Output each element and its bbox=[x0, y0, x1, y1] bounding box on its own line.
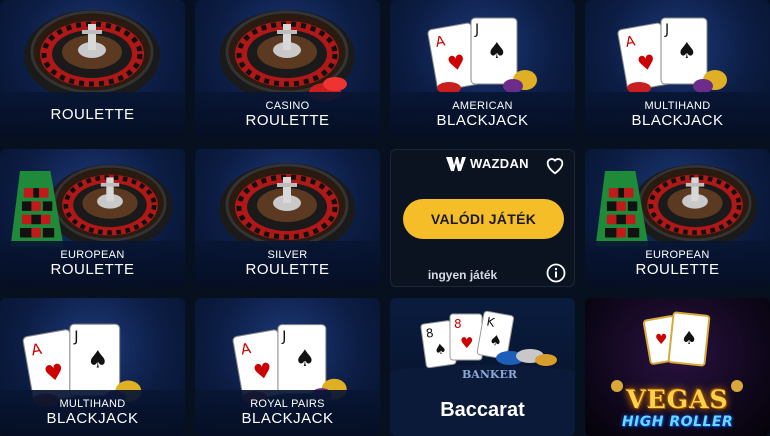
tile-label-sub: EUROPEAN bbox=[645, 249, 710, 261]
tile-label: CASINO ROULETTE bbox=[195, 92, 380, 138]
banker-text: BANKER bbox=[462, 368, 518, 381]
tile-label: MULTIHAND BLACKJACK bbox=[0, 390, 185, 436]
game-tile-european-roulette[interactable]: EUROPEAN ROULETTE bbox=[0, 149, 185, 287]
game-tile-royal-pairs-blackjack[interactable]: ROYAL PAIRS BLACKJACK bbox=[195, 298, 380, 436]
game-tile-european-roulette-2[interactable]: EUROPEAN ROULETTE bbox=[585, 149, 770, 287]
tile-label: AMERICAN BLACKJACK bbox=[390, 92, 575, 138]
high-roller-logo-text: HIGH ROLLER bbox=[621, 414, 734, 430]
info-icon[interactable] bbox=[546, 263, 566, 283]
game-tile-baccarat[interactable]: 8 ♠ 8 ♥ K ♠ BANKER Baccarat bbox=[390, 298, 575, 436]
tile-label: ROULETTE bbox=[0, 92, 185, 138]
tile-label-sub: ROYAL PAIRS bbox=[250, 398, 325, 410]
baccarat-title: Baccarat bbox=[440, 399, 525, 421]
tile-label-sub: EUROPEAN bbox=[60, 249, 125, 261]
tile-label: SILVER ROULETTE bbox=[195, 241, 380, 287]
tile-label-main: BLACKJACK bbox=[631, 112, 724, 129]
svg-text:♥: ♥ bbox=[460, 334, 473, 352]
vegas-logo-text: VEGAS bbox=[626, 385, 729, 414]
tile-label-main: BLACKJACK bbox=[436, 112, 529, 129]
svg-text:♥: ♥ bbox=[655, 332, 668, 348]
tile-label-sub: AMERICAN bbox=[452, 100, 513, 112]
tile-label-main: BLACKJACK bbox=[241, 410, 334, 427]
tile-label-main: BLACKJACK bbox=[46, 410, 139, 427]
tile-label: MULTIHAND BLACKJACK bbox=[585, 92, 770, 138]
wazdan-logo-icon bbox=[446, 156, 466, 171]
tile-label-main: ROULETTE bbox=[245, 261, 330, 278]
svg-text:♠: ♠ bbox=[681, 328, 697, 349]
tile-label: EUROPEAN ROULETTE bbox=[585, 241, 770, 287]
free-play-link[interactable]: ingyen játék bbox=[391, 268, 534, 282]
tile-label: ROYAL PAIRS BLACKJACK bbox=[195, 390, 380, 436]
tile-label: EUROPEAN ROULETTE bbox=[0, 241, 185, 287]
heart-icon[interactable] bbox=[544, 154, 566, 176]
tile-label-sub: SILVER bbox=[267, 249, 308, 261]
svg-text:8: 8 bbox=[454, 317, 462, 331]
game-tile-casino-roulette[interactable]: CASINO ROULETTE bbox=[195, 0, 380, 138]
tile-label-main: ROULETTE bbox=[245, 112, 330, 129]
game-tile-hover-panel[interactable]: WAZDAN VALÓDI JÁTÉK ingyen játék bbox=[390, 149, 575, 287]
real-play-button[interactable]: VALÓDI JÁTÉK bbox=[403, 199, 564, 239]
provider-logo: WAZDAN bbox=[446, 156, 529, 171]
tile-label-sub: MULTIHAND bbox=[644, 100, 711, 112]
tile-label-main: ROULETTE bbox=[50, 261, 135, 278]
tile-label-main: ROULETTE bbox=[50, 106, 135, 123]
tile-label-sub: MULTIHAND bbox=[59, 398, 126, 410]
game-tile-multihand-blackjack-2[interactable]: MULTIHAND BLACKJACK bbox=[0, 298, 185, 436]
game-tile-multihand-blackjack[interactable]: MULTIHAND BLACKJACK bbox=[585, 0, 770, 138]
game-grid: ROULETTE CASINO ROULETTE AMERICAN BLACKJ… bbox=[0, 0, 770, 436]
svg-text:♠: ♠ bbox=[433, 341, 448, 359]
provider-name: WAZDAN bbox=[470, 156, 529, 171]
game-tile-vegas-high-roller[interactable]: ♠ ♥ VEGAS HIGH ROLLER bbox=[585, 298, 770, 436]
game-tile-american-blackjack[interactable]: AMERICAN BLACKJACK bbox=[390, 0, 575, 138]
tile-label-sub: CASINO bbox=[265, 100, 310, 112]
game-tile-roulette[interactable]: ROULETTE bbox=[0, 0, 185, 138]
game-tile-silver-roulette[interactable]: SILVER ROULETTE bbox=[195, 149, 380, 287]
tile-label-main: ROULETTE bbox=[635, 261, 720, 278]
